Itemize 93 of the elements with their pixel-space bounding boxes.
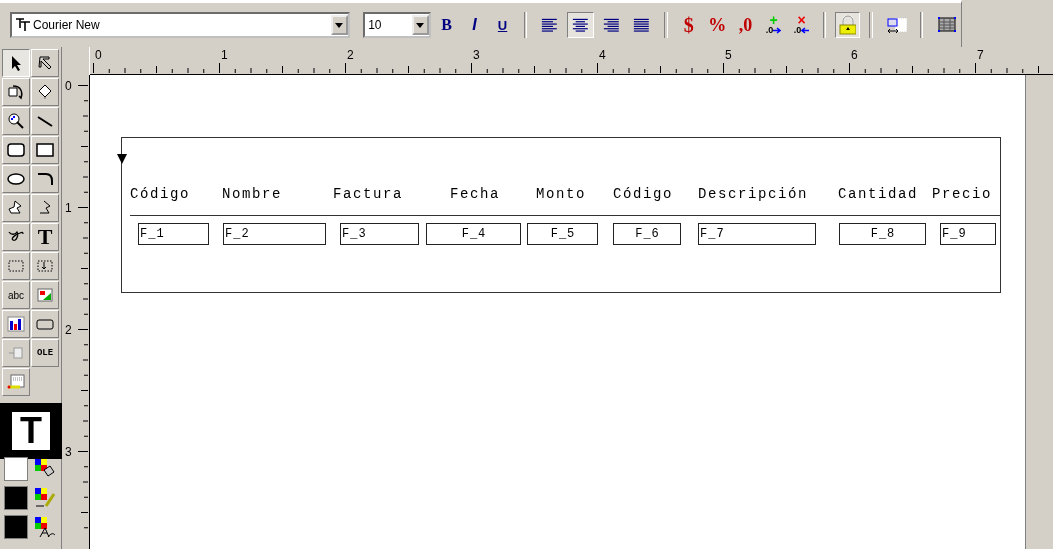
arrow-left-icon xyxy=(801,27,810,34)
remove-decimal-button[interactable]: × .0 xyxy=(789,12,814,38)
polyline-tool[interactable] xyxy=(31,194,59,222)
column-label: Código xyxy=(130,186,190,202)
percent-button[interactable]: % xyxy=(704,12,730,38)
italic-button[interactable]: I xyxy=(462,12,487,38)
rounded-rectangle-icon xyxy=(6,140,26,160)
image-icon xyxy=(35,285,55,305)
column-label: Código xyxy=(613,186,673,202)
column-label: Monto xyxy=(536,186,586,202)
arc-tool[interactable] xyxy=(31,165,59,193)
align-justify-icon xyxy=(632,17,651,33)
dropdown-button[interactable] xyxy=(330,15,348,35)
line-tool[interactable] xyxy=(31,107,59,135)
align-center-icon xyxy=(571,17,590,33)
ruler-number: 7 xyxy=(977,49,984,61)
column-label: Descripción xyxy=(698,186,808,202)
check-tool[interactable] xyxy=(2,339,30,367)
data-field[interactable]: F_9 xyxy=(940,223,996,245)
pointer-tool[interactable] xyxy=(2,49,30,77)
button-tool[interactable] xyxy=(31,310,59,338)
field-tool[interactable]: abc xyxy=(2,281,30,309)
preview-letter: T xyxy=(12,412,50,450)
node-tool[interactable] xyxy=(31,78,59,106)
add-decimal-button[interactable]: + .0 xyxy=(761,12,786,38)
frame-tool[interactable] xyxy=(2,252,30,280)
freehand-tool[interactable] xyxy=(2,223,30,251)
fill-color-swatch[interactable] xyxy=(4,457,28,481)
data-field[interactable]: F_3 xyxy=(340,223,419,245)
underline-button[interactable]: U xyxy=(490,12,515,38)
data-field[interactable]: F_8 xyxy=(839,223,926,245)
column-label: Factura xyxy=(333,186,403,202)
font-name: Courier New xyxy=(33,18,100,32)
rounded-rect-tool[interactable] xyxy=(2,136,30,164)
ruler-number: 4 xyxy=(599,49,606,61)
data-field[interactable]: F_1 xyxy=(138,223,209,245)
arrow-right-icon xyxy=(773,27,782,34)
table-icon xyxy=(936,15,957,35)
caret-icon xyxy=(416,22,425,28)
rectangle-icon xyxy=(35,140,55,160)
ruler-number: 0 xyxy=(65,80,72,92)
data-field[interactable]: F_2 xyxy=(223,223,326,245)
image-tool[interactable] xyxy=(31,281,59,309)
font-icon xyxy=(15,18,31,32)
ruler-number: 2 xyxy=(347,49,354,61)
font-size-select[interactable]: 10 xyxy=(363,12,431,38)
ruler-number: 3 xyxy=(473,49,480,61)
line-color-icon[interactable] xyxy=(34,487,56,509)
column-label: Precio xyxy=(932,186,992,202)
rotate-tool[interactable] xyxy=(2,78,30,106)
dropdown-button[interactable] xyxy=(411,15,429,35)
font-select[interactable]: Courier New xyxy=(10,12,350,38)
rect-tool[interactable] xyxy=(31,136,59,164)
zoom-tool[interactable] xyxy=(2,107,30,135)
ruler-number: 3 xyxy=(65,446,72,458)
align-left-icon xyxy=(540,17,560,33)
ruler-number: 1 xyxy=(221,49,228,61)
lock-button[interactable] xyxy=(835,12,861,38)
form-pen-icon xyxy=(6,372,26,392)
ole-tool[interactable]: OLE xyxy=(31,339,59,367)
select-arrow-tool[interactable] xyxy=(31,49,59,77)
column-label: Nombre xyxy=(222,186,282,202)
text-color-icon[interactable] xyxy=(34,516,56,538)
data-field[interactable]: F_5 xyxy=(527,223,598,245)
polygon-tool[interactable] xyxy=(2,194,30,222)
zoom-icon xyxy=(6,111,26,131)
data-field[interactable]: F_7 xyxy=(698,223,816,245)
ruler-number: 5 xyxy=(725,49,732,61)
thousands-button[interactable]: ,0 xyxy=(733,12,758,38)
font-size-value: 10 xyxy=(368,18,382,32)
caret-icon xyxy=(335,22,344,28)
ruler-number: 1 xyxy=(65,202,72,214)
column-label: Fecha xyxy=(450,186,500,202)
bar-chart-icon xyxy=(6,314,26,334)
column-label: Cantidad xyxy=(838,186,918,202)
lock-icon xyxy=(839,15,857,35)
line-color-swatch[interactable] xyxy=(4,486,28,510)
resize-width-icon xyxy=(886,15,907,35)
ruler-number: 0 xyxy=(95,49,102,61)
ruler-number: 2 xyxy=(65,324,72,336)
ruler-number: 6 xyxy=(851,49,858,61)
currency-button[interactable]: $ xyxy=(676,12,701,38)
text-tool[interactable]: T xyxy=(31,223,59,251)
data-field[interactable]: F_4 xyxy=(426,223,521,245)
band-marker-icon xyxy=(117,154,127,164)
align-right-icon xyxy=(601,17,621,33)
data-field[interactable]: F_6 xyxy=(613,223,681,245)
text-color-swatch[interactable] xyxy=(4,515,28,539)
bold-button[interactable]: B xyxy=(434,12,459,38)
ellipse-tool[interactable] xyxy=(2,165,30,193)
frame-arrow-tool[interactable] xyxy=(31,252,59,280)
chart-tool[interactable] xyxy=(2,310,30,338)
align-center-button[interactable] xyxy=(567,12,594,38)
